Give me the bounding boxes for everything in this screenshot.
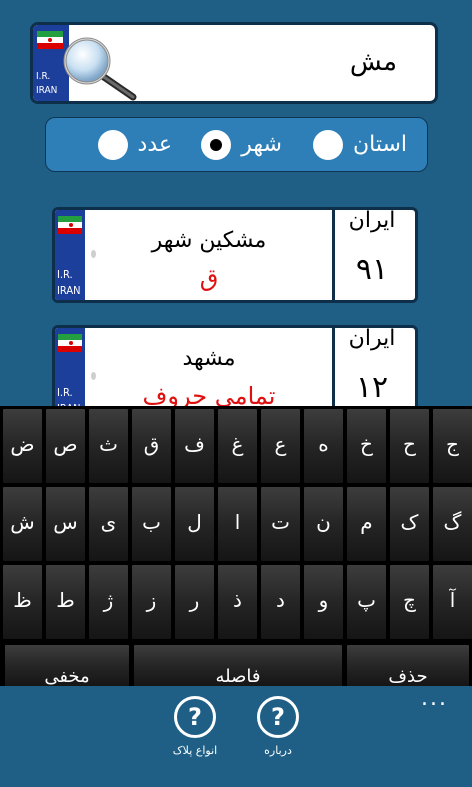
key[interactable]: ا xyxy=(217,486,258,562)
key[interactable]: ه xyxy=(303,408,344,484)
key[interactable]: م xyxy=(346,486,387,562)
radio-city-circle-icon[interactable] xyxy=(201,129,232,160)
plate-country: ایران xyxy=(348,328,396,351)
radio-province-label: استان xyxy=(352,132,407,157)
key[interactable]: ظ xyxy=(2,564,43,640)
key[interactable]: ف xyxy=(174,408,215,484)
key[interactable]: ژ xyxy=(88,564,129,640)
key[interactable]: ش xyxy=(2,486,43,562)
about-label: درباره xyxy=(264,744,292,757)
key[interactable]: خ xyxy=(346,408,387,484)
plate-types-label: انواع پلاک xyxy=(172,744,218,757)
radio-number-label: عدد xyxy=(137,132,172,157)
iran-flag-icon xyxy=(58,334,82,352)
badge-code: I.R. xyxy=(36,71,51,82)
badge-code: I.R. xyxy=(57,268,73,281)
badge-country: IRAN xyxy=(57,284,81,297)
more-options-icon[interactable]: ... xyxy=(421,686,448,711)
plate-code: ۹۱ xyxy=(355,252,389,287)
key[interactable]: ز xyxy=(131,564,172,640)
key[interactable]: ت xyxy=(260,486,301,562)
key[interactable]: ی xyxy=(88,486,129,562)
key[interactable]: د xyxy=(260,564,301,640)
key[interactable]: چ xyxy=(389,564,430,640)
key[interactable]: ر xyxy=(174,564,215,640)
radio-city[interactable]: شهر xyxy=(201,118,282,171)
key[interactable]: ح xyxy=(389,408,430,484)
key[interactable]: س xyxy=(45,486,86,562)
space-key[interactable]: فاصله xyxy=(133,644,343,688)
hide-keyboard-key[interactable]: مخفی xyxy=(4,644,130,688)
key[interactable]: آ xyxy=(432,564,472,640)
key[interactable]: و xyxy=(303,564,344,640)
plate-divider xyxy=(332,210,335,300)
key[interactable]: ک xyxy=(389,486,430,562)
delete-key[interactable]: حذف xyxy=(346,644,470,688)
iran-flag-icon xyxy=(58,216,82,234)
key[interactable]: ث xyxy=(88,408,129,484)
iran-badge: I.R. IRAN xyxy=(55,210,85,300)
key[interactable]: ن xyxy=(303,486,344,562)
plate-types-button[interactable]: ? انواع پلاک xyxy=(155,696,235,757)
key[interactable]: ل xyxy=(174,486,215,562)
plate-result[interactable]: I.R. IRAN مشکین شهر ق ایران ۹۱ xyxy=(52,207,418,303)
plate-city: مشهد xyxy=(182,346,236,371)
radio-province[interactable]: استان xyxy=(312,118,407,171)
persian-keyboard: ض ص ث ق ف غ ع ه خ ح ج ش س ی ب ل ا ت ن م … xyxy=(0,406,472,688)
key[interactable]: ق xyxy=(131,408,172,484)
radio-city-label: شهر xyxy=(241,132,282,157)
radio-number-circle-icon[interactable] xyxy=(97,129,128,160)
app-bar: ? انواع پلاک ? درباره ... xyxy=(0,686,472,787)
magnifier-icon[interactable] xyxy=(55,33,139,101)
key[interactable]: ج xyxy=(432,408,472,484)
key[interactable]: ط xyxy=(45,564,86,640)
radio-number[interactable]: عدد xyxy=(97,118,172,171)
filter-panel: استان شهر عدد xyxy=(45,117,428,172)
about-button[interactable]: ? درباره xyxy=(238,696,318,757)
key[interactable]: ذ xyxy=(217,564,258,640)
key[interactable]: ع xyxy=(260,408,301,484)
plate-letter: ق xyxy=(199,264,219,292)
key[interactable]: ب xyxy=(131,486,172,562)
help-icon[interactable]: ? xyxy=(174,696,216,738)
radio-province-circle-icon[interactable] xyxy=(312,129,343,160)
search-field[interactable]: I.R. IRAN مش xyxy=(33,25,435,101)
search-input[interactable]: مش xyxy=(350,47,397,77)
rivet xyxy=(91,372,96,380)
badge-code: I.R. xyxy=(57,386,73,399)
key[interactable]: غ xyxy=(217,408,258,484)
key[interactable]: ص xyxy=(45,408,86,484)
plate-city: مشکین شهر xyxy=(151,228,267,253)
plate-country: ایران xyxy=(348,210,396,233)
key[interactable]: پ xyxy=(346,564,387,640)
plate-code: ۱۲ xyxy=(355,370,389,405)
key[interactable]: گ xyxy=(432,486,472,562)
search-box[interactable]: I.R. IRAN مش xyxy=(30,22,438,104)
key[interactable]: ض xyxy=(2,408,43,484)
help-icon[interactable]: ? xyxy=(257,696,299,738)
